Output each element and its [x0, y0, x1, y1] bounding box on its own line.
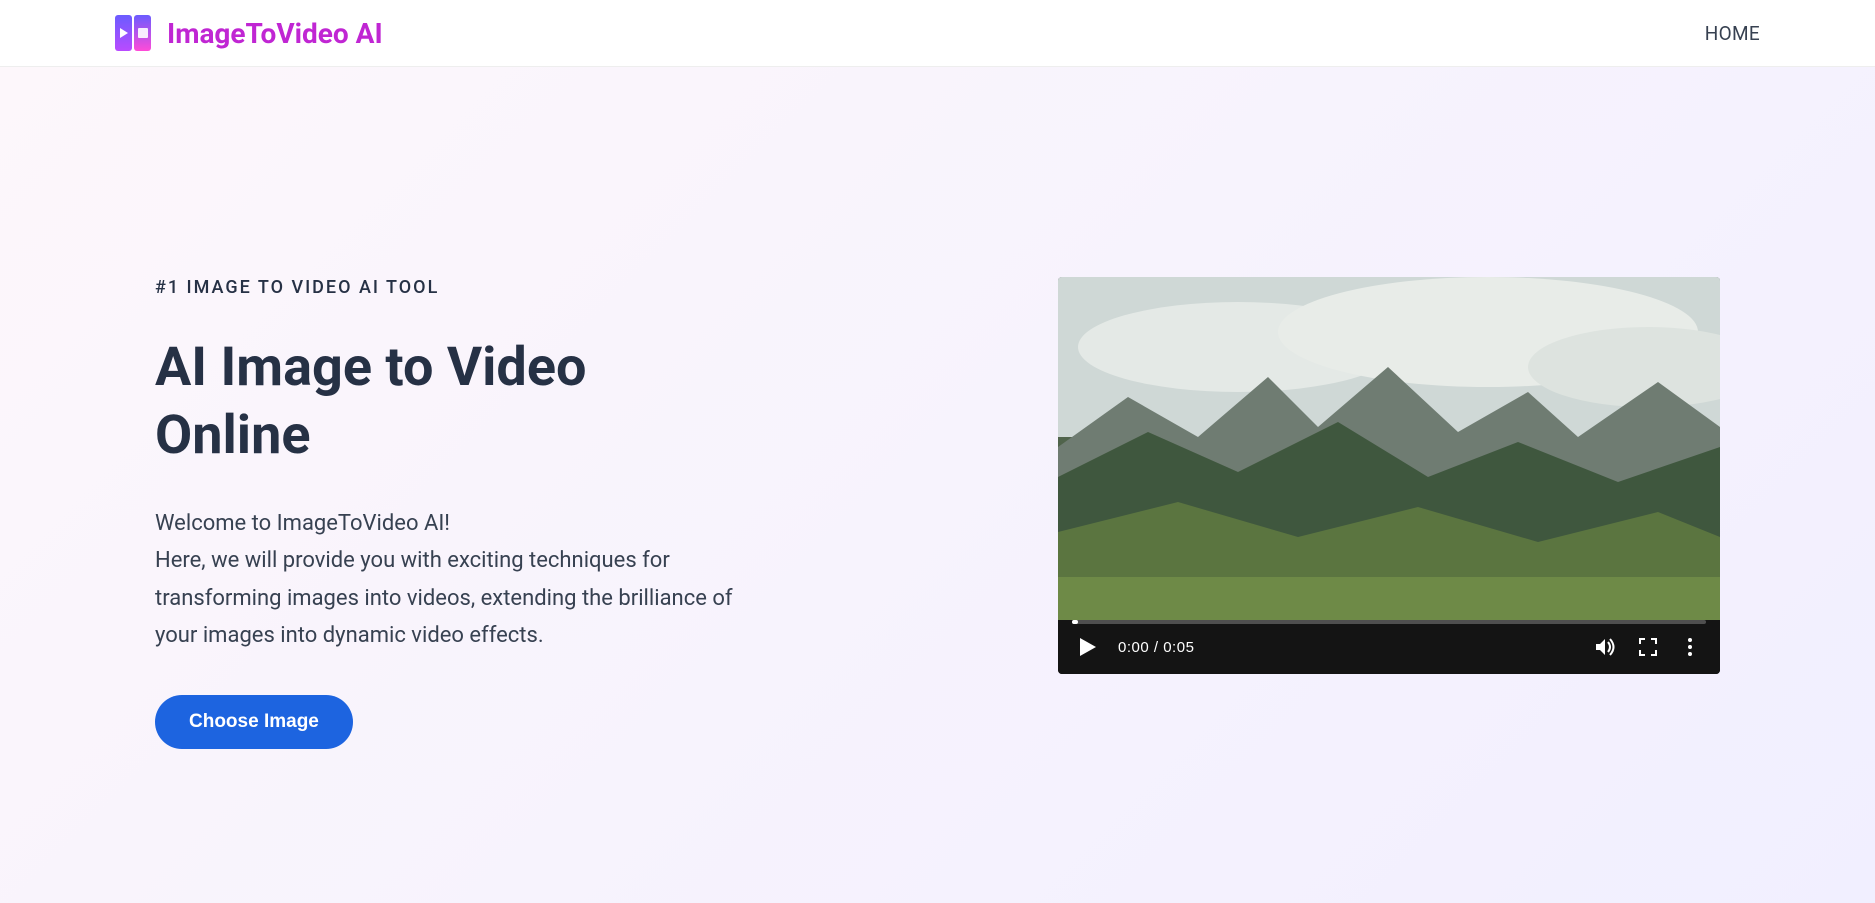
- logo-icon: [115, 15, 151, 51]
- more-options-button[interactable]: [1678, 635, 1702, 659]
- brand-logo-link[interactable]: ImageToVideo AI: [115, 15, 383, 51]
- play-icon: [1080, 638, 1096, 656]
- video-controls-bar: 0:00 / 0:05: [1058, 620, 1720, 674]
- volume-icon: [1596, 638, 1616, 656]
- duration: 0:05: [1163, 639, 1194, 656]
- site-header: ImageToVideo AI HOME: [0, 0, 1875, 67]
- brand-name: ImageToVideo AI: [167, 17, 383, 50]
- video-player[interactable]: 0:00 / 0:05: [1058, 277, 1720, 674]
- hero-welcome-line: Welcome to ImageToVideo AI!: [155, 511, 450, 536]
- hero-description: Welcome to ImageToVideo AI! Here, we wil…: [155, 505, 735, 655]
- current-time: 0:00: [1118, 639, 1149, 656]
- more-vertical-icon: [1688, 638, 1692, 656]
- fullscreen-button[interactable]: [1636, 635, 1660, 659]
- volume-button[interactable]: [1594, 635, 1618, 659]
- play-button[interactable]: [1076, 635, 1100, 659]
- hero-title: AI Image to Video Online: [155, 334, 745, 469]
- fullscreen-icon: [1639, 638, 1657, 656]
- video-frame: [1058, 277, 1720, 620]
- nav-home-link[interactable]: HOME: [1705, 22, 1760, 45]
- video-progress-track[interactable]: [1072, 620, 1706, 624]
- hero-media-column: 0:00 / 0:05: [775, 277, 1720, 674]
- hero-desc-line: Here, we will provide you with exciting …: [155, 548, 733, 648]
- choose-image-button[interactable]: Choose Image: [155, 695, 353, 749]
- hero-tagline: #1 IMAGE TO VIDEO AI TOOL: [155, 277, 745, 298]
- video-time-display: 0:00 / 0:05: [1118, 639, 1194, 656]
- video-progress-fill: [1072, 620, 1078, 624]
- main-nav: HOME: [1705, 22, 1760, 45]
- hero-section: #1 IMAGE TO VIDEO AI TOOL AI Image to Vi…: [0, 67, 1875, 903]
- hero-text-column: #1 IMAGE TO VIDEO AI TOOL AI Image to Vi…: [155, 277, 745, 749]
